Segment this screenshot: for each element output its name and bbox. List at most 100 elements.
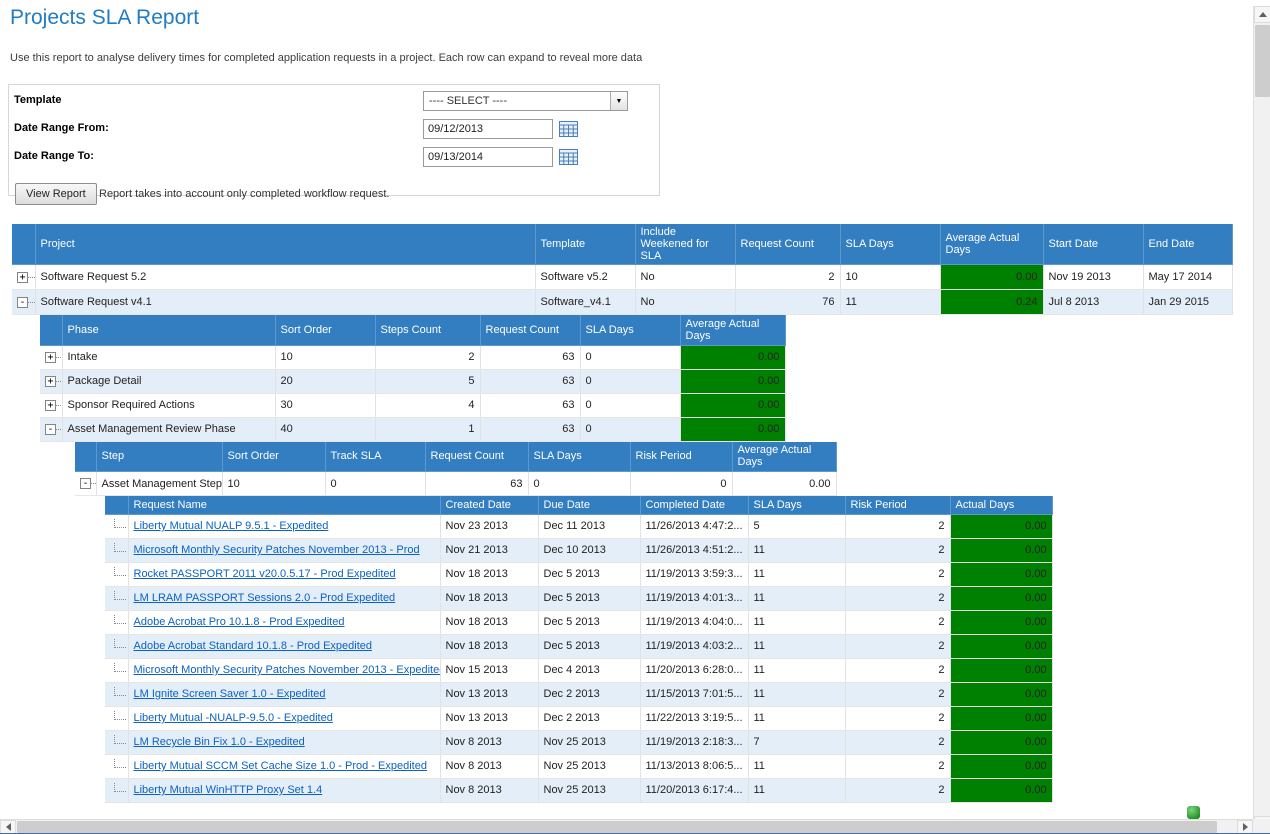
request-link[interactable]: Liberty Mutual WinHTTP Proxy Set 1.4 xyxy=(134,784,323,796)
expand-toggle-icon[interactable]: - xyxy=(80,478,91,489)
date-from-input[interactable] xyxy=(423,119,553,139)
phase-row: + Package Detail 20 5 63 0 0.00 xyxy=(40,369,785,393)
created-date-cell: Nov 18 2013 xyxy=(440,610,538,634)
request-link[interactable]: LM Recycle Bin Fix 1.0 - Expedited xyxy=(134,736,305,748)
completed-date-cell: 11/15/2013 7:01:5... xyxy=(640,682,748,706)
average-actual-days-cell: 0.24 xyxy=(940,290,1043,315)
tree-dots xyxy=(56,357,62,358)
phase-name-cell: Intake xyxy=(62,345,275,369)
expand-toggle-icon[interactable]: - xyxy=(17,297,28,308)
request-link[interactable]: LM LRAM PASSPORT Sessions 2.0 - Prod Exp… xyxy=(134,592,396,604)
project-name-cell: Software Request v4.1 xyxy=(35,290,535,315)
risk-period-cell: 2 xyxy=(845,658,950,682)
request-link[interactable]: LM Ignite Screen Saver 1.0 - Expedited xyxy=(134,688,326,700)
track-sla-cell: 0 xyxy=(325,472,425,496)
risk-period-cell: 2 xyxy=(845,682,950,706)
tree-connector-icon xyxy=(114,735,126,744)
due-date-cell: Dec 11 2013 xyxy=(538,514,640,538)
expand-toggle-icon[interactable]: + xyxy=(45,376,56,387)
date-to-input[interactable] xyxy=(423,147,553,167)
sla-days-cell: 0 xyxy=(580,417,680,441)
vertical-scrollbar[interactable] xyxy=(1253,6,1270,833)
scroll-up-button[interactable] xyxy=(1254,6,1270,23)
template-select[interactable]: ---- SELECT ---- ▼ xyxy=(423,91,628,111)
requests-header-row: Request Name Created Date Due Date Compl… xyxy=(105,496,1052,514)
expand-cell: + xyxy=(40,393,62,417)
col-track-sla: Track SLA xyxy=(325,442,425,472)
tree-connector-cell xyxy=(105,658,128,682)
risk-period-cell: 2 xyxy=(845,730,950,754)
sla-days-cell: 10 xyxy=(840,265,940,290)
request-link[interactable]: Adobe Acrobat Pro 10.1.8 - Prod Expedite… xyxy=(134,616,345,628)
sla-days-cell: 11 xyxy=(748,538,845,562)
due-date-cell: Dec 10 2013 xyxy=(538,538,640,562)
sla-days-cell: 7 xyxy=(748,730,845,754)
expand-toggle-icon[interactable]: + xyxy=(45,400,56,411)
project-row: + Software Request 5.2 Software v5.2 No … xyxy=(12,265,1232,290)
template-cell: Software v5.2 xyxy=(535,265,635,290)
request-name-cell: Liberty Mutual -NUALP-9.5.0 - Expedited xyxy=(128,706,440,730)
date-from-row: Date Range From: xyxy=(9,117,659,145)
tree-connector-cell xyxy=(105,754,128,778)
risk-period-cell: 2 xyxy=(845,634,950,658)
created-date-cell: Nov 21 2013 xyxy=(440,538,538,562)
expand-toggle-icon[interactable]: + xyxy=(45,352,56,363)
scroll-left-button[interactable] xyxy=(0,820,16,834)
due-date-cell: Dec 5 2013 xyxy=(538,610,640,634)
calendar-icon[interactable] xyxy=(559,149,578,166)
expand-cell: - xyxy=(40,417,62,441)
request-link[interactable]: Microsoft Monthly Security Patches Novem… xyxy=(134,544,420,556)
request-link[interactable]: Liberty Mutual NUALP 9.5.1 - Expedited xyxy=(134,520,329,532)
completed-date-cell: 11/19/2013 4:01:3... xyxy=(640,586,748,610)
col-request-count: Request Count xyxy=(735,224,840,265)
col-actual-days: Actual Days xyxy=(950,496,1052,514)
start-date-cell: Nov 19 2013 xyxy=(1043,265,1143,290)
steps-count-cell: 1 xyxy=(375,417,480,441)
end-date-cell: Jan 29 2015 xyxy=(1143,290,1232,315)
sort-order-cell: 10 xyxy=(275,345,375,369)
horizontal-scroll-thumb[interactable] xyxy=(17,821,1217,833)
tree-connector-cell xyxy=(105,586,128,610)
completed-date-cell: 11/22/2013 3:19:5... xyxy=(640,706,748,730)
due-date-cell: Nov 25 2013 xyxy=(538,778,640,802)
actual-days-cell: 0.00 xyxy=(950,778,1052,802)
created-date-cell: Nov 18 2013 xyxy=(440,634,538,658)
tree-connector-cell xyxy=(105,730,128,754)
date-from-label: Date Range From: xyxy=(14,122,109,134)
expand-toggle-icon[interactable]: + xyxy=(17,272,28,283)
calendar-icon[interactable] xyxy=(559,121,578,138)
expand-column-header xyxy=(40,315,62,345)
chevron-down-icon[interactable]: ▼ xyxy=(610,92,627,110)
request-count-cell: 76 xyxy=(735,290,840,315)
tree-connector-icon xyxy=(114,519,126,528)
risk-period-cell: 2 xyxy=(845,610,950,634)
col-sort-order: Sort Order xyxy=(275,315,375,345)
scroll-right-button[interactable] xyxy=(1237,820,1253,834)
tree-dots xyxy=(28,277,35,278)
due-date-cell: Dec 2 2013 xyxy=(538,706,640,730)
request-name-cell: Liberty Mutual WinHTTP Proxy Set 1.4 xyxy=(128,778,440,802)
col-average-actual-days: Average Actual Days xyxy=(680,315,785,345)
tree-connector-icon xyxy=(114,639,126,648)
phase-row: - Asset Management Review Phase 40 1 63 … xyxy=(40,417,785,441)
request-link[interactable]: Liberty Mutual -NUALP-9.5.0 - Expedited xyxy=(134,712,333,724)
include-weekend-cell: No xyxy=(635,265,735,290)
vertical-scroll-thumb[interactable] xyxy=(1255,25,1270,97)
request-name-cell: Liberty Mutual NUALP 9.5.1 - Expedited xyxy=(128,514,440,538)
request-row: Microsoft Monthly Security Patches Novem… xyxy=(105,538,1052,562)
request-row: Liberty Mutual NUALP 9.5.1 - Expedited N… xyxy=(105,514,1052,538)
page-title: Projects SLA Report xyxy=(10,6,1270,30)
expand-toggle-icon[interactable]: - xyxy=(45,424,56,435)
view-report-button[interactable]: View Report xyxy=(15,183,97,205)
request-link[interactable]: Adobe Acrobat Standard 10.1.8 - Prod Exp… xyxy=(134,640,373,652)
request-link[interactable]: Rocket PASSPORT 2011 v20.0.5.17 - Prod E… xyxy=(134,568,396,580)
request-link[interactable]: Microsoft Monthly Security Patches Novem… xyxy=(134,664,441,676)
request-name-cell: Liberty Mutual SCCM Set Cache Size 1.0 -… xyxy=(128,754,440,778)
sort-order-cell: 30 xyxy=(275,393,375,417)
request-link[interactable]: Liberty Mutual SCCM Set Cache Size 1.0 -… xyxy=(134,760,427,772)
col-due-date: Due Date xyxy=(538,496,640,514)
phase-name-cell: Package Detail xyxy=(62,369,275,393)
col-request-count: Request Count xyxy=(425,442,528,472)
horizontal-scrollbar[interactable] xyxy=(0,819,1253,833)
template-filter-row: Template ---- SELECT ---- ▼ xyxy=(9,89,659,117)
